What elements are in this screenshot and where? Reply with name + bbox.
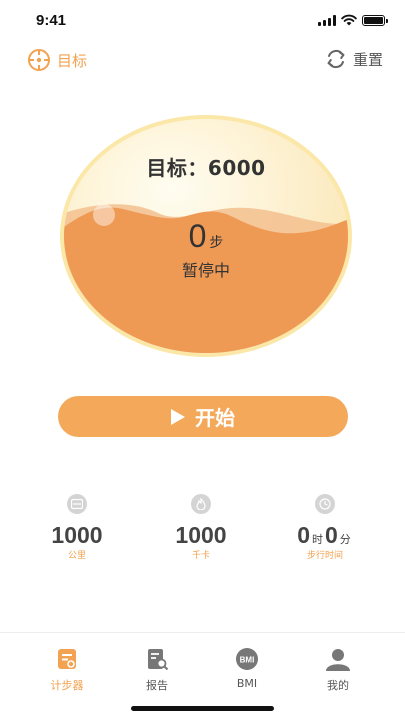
- play-icon: [171, 408, 185, 425]
- tab-report[interactable]: 报告: [127, 647, 187, 693]
- steps-unit: 步: [209, 235, 224, 251]
- distance-value: 1000: [51, 522, 103, 548]
- step-progress-circle: 目标：6000 0步 暂停中: [58, 113, 354, 359]
- distance-icon: [67, 494, 87, 514]
- status-icons: [318, 14, 388, 26]
- goal-label: 目标: [57, 51, 88, 70]
- goal-text: 目标：6000: [146, 156, 266, 180]
- target-icon: [28, 49, 50, 71]
- hours-value: 0: [297, 522, 310, 548]
- cellular-signal-icon: [318, 14, 336, 26]
- status-bar: 9:41: [0, 0, 405, 44]
- start-label: 开始: [195, 406, 235, 430]
- tab-bmi-label: BMI: [236, 677, 258, 690]
- profile-icon: [326, 647, 350, 671]
- hours-unit: 时: [312, 534, 323, 546]
- wifi-icon: [341, 14, 357, 26]
- stat-calories: 1000 千卡: [141, 494, 261, 561]
- minutes-value: 0: [325, 522, 338, 548]
- walk-time-label: 步行时间: [306, 551, 343, 561]
- tab-bmi[interactable]: BMI BMI: [217, 647, 277, 690]
- tab-profile[interactable]: 我的: [308, 647, 368, 693]
- bmi-icon: BMI: [235, 647, 259, 671]
- pedometer-icon: [55, 647, 79, 671]
- calorie-icon: [191, 494, 211, 514]
- tab-report-label: 报告: [146, 679, 168, 692]
- reset-label: 重置: [352, 50, 383, 69]
- goal-button[interactable]: 目标: [27, 48, 87, 72]
- stat-distance: 1000 公里: [17, 494, 137, 561]
- report-icon: [145, 647, 169, 671]
- steps-display: 0步: [58, 218, 354, 255]
- minutes-unit: 分: [339, 534, 351, 546]
- calorie-value: 1000: [175, 522, 227, 548]
- distance-label: 公里: [67, 551, 86, 561]
- svg-text:BMI: BMI: [240, 656, 255, 665]
- refresh-icon: [327, 49, 345, 69]
- tab-bar: 计步器 报告 BMI BMI 我的: [0, 632, 405, 694]
- tab-pedometer[interactable]: 计步器: [37, 647, 97, 693]
- battery-icon: [362, 14, 388, 26]
- stat-walk-time: 0 时0 分 步行时间: [265, 494, 385, 561]
- status-time: 9:41: [36, 12, 67, 29]
- tab-profile-label: 我的: [327, 679, 349, 692]
- steps-value: 0: [188, 218, 207, 254]
- state-text: 暂停中: [181, 261, 230, 280]
- stats-row: 1000 公里 1000 千卡 0 时0 分 步行时间: [0, 494, 405, 564]
- calorie-label: 千卡: [191, 551, 210, 561]
- home-indicator: [131, 706, 274, 711]
- start-button[interactable]: 开始: [58, 396, 348, 437]
- top-bar: 目标 重置: [0, 44, 405, 76]
- reset-button[interactable]: 重置: [325, 48, 383, 70]
- tab-pedometer-label: 计步器: [50, 679, 84, 692]
- clock-icon: [315, 494, 335, 514]
